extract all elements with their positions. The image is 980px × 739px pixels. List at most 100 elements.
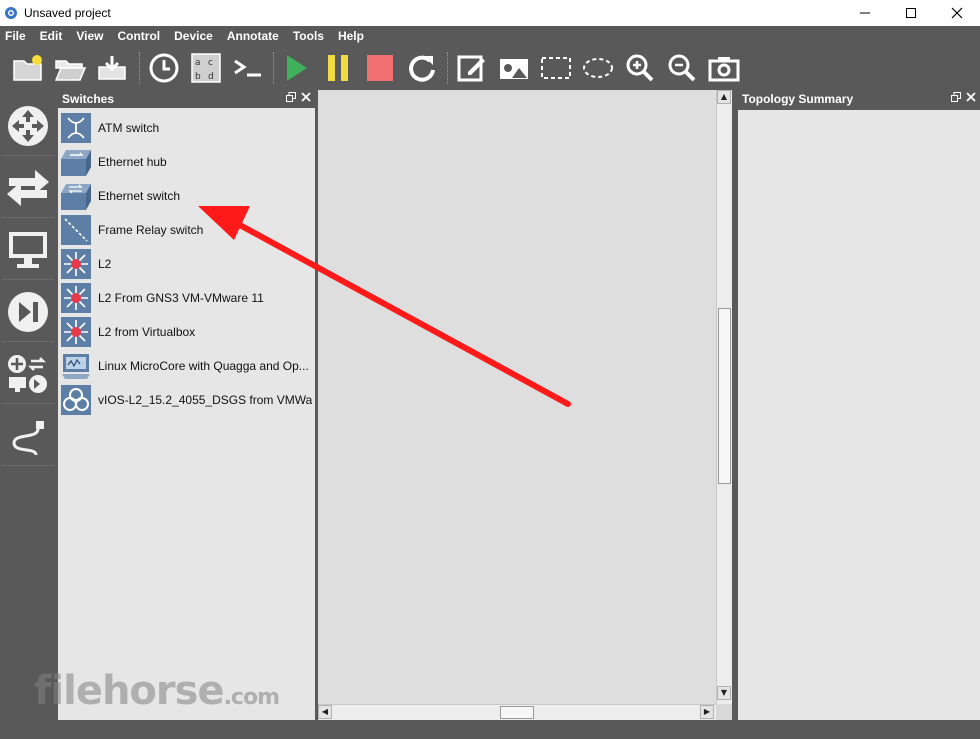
browse-routers-button[interactable] bbox=[2, 96, 54, 156]
frame-relay-switch-icon bbox=[60, 214, 92, 246]
browse-switches-button[interactable] bbox=[2, 158, 54, 218]
save-project-icon bbox=[98, 56, 126, 80]
minimize-button[interactable] bbox=[842, 0, 888, 26]
new-project-button[interactable] bbox=[10, 50, 46, 86]
draw-rectangle-button[interactable] bbox=[538, 50, 574, 86]
close-panel-icon[interactable] bbox=[301, 92, 311, 102]
insert-picture-button[interactable] bbox=[496, 50, 532, 86]
console-button[interactable] bbox=[230, 50, 266, 86]
svg-text:a: a bbox=[195, 58, 201, 68]
switches-panel-title: Switches bbox=[62, 92, 115, 106]
list-item-l2[interactable]: L2 bbox=[60, 247, 312, 281]
canvas-vertical-scrollbar[interactable]: ▲ ▼ bbox=[716, 90, 732, 704]
console-icon bbox=[234, 59, 261, 77]
scroll-right-arrow[interactable]: ▶ bbox=[700, 705, 714, 719]
list-item-atm-switch[interactable]: ATM switch bbox=[60, 111, 312, 145]
zoom-in-button[interactable] bbox=[622, 50, 658, 86]
add-link-button[interactable] bbox=[2, 406, 54, 466]
device-label: Ethernet hub bbox=[98, 155, 167, 169]
menu-annotate[interactable]: Annotate bbox=[227, 29, 279, 43]
main-toolbar: a c b d bbox=[0, 46, 980, 90]
topology-summary-list bbox=[738, 110, 980, 720]
menu-view[interactable]: View bbox=[76, 29, 103, 43]
list-item-l2-virtualbox[interactable]: L2 from Virtualbox bbox=[60, 315, 312, 349]
add-note-button[interactable] bbox=[454, 50, 490, 86]
reload-button[interactable] bbox=[404, 50, 440, 86]
window-title: Unsaved project bbox=[24, 6, 111, 20]
biohazard-icon bbox=[60, 384, 92, 416]
topology-summary-title: Topology Summary bbox=[742, 92, 854, 106]
device-label: Ethernet switch bbox=[98, 189, 181, 203]
menu-tools[interactable]: Tools bbox=[293, 29, 324, 43]
list-item-vios-l2[interactable]: vIOS-L2_15.2_4055_DSGS from VMWare bbox=[60, 383, 312, 417]
browse-all-devices-button[interactable] bbox=[2, 344, 54, 404]
browse-end-devices-button[interactable] bbox=[2, 220, 54, 280]
draw-rectangle-icon bbox=[541, 57, 571, 79]
zoom-out-button[interactable] bbox=[664, 50, 700, 86]
list-item-ethernet-switch[interactable]: Ethernet switch bbox=[60, 179, 312, 213]
close-button[interactable] bbox=[934, 0, 980, 26]
reload-icon bbox=[409, 55, 435, 82]
gns3-app-icon bbox=[5, 7, 17, 19]
scroll-up-arrow[interactable]: ▲ bbox=[717, 90, 731, 104]
scroll-left-arrow[interactable]: ◀ bbox=[318, 705, 332, 719]
start-button[interactable] bbox=[278, 50, 314, 86]
toolbar-separator bbox=[139, 52, 141, 84]
browse-security-devices-button[interactable] bbox=[2, 282, 54, 342]
list-item-l2-gns3-vm-vmware[interactable]: L2 From GNS3 VM-VMware 11 bbox=[60, 281, 312, 315]
suspend-button[interactable] bbox=[320, 50, 356, 86]
ethernet-switch-icon bbox=[60, 180, 92, 212]
l2-switch-icon bbox=[60, 248, 92, 280]
device-label: L2 From GNS3 VM-VMware 11 bbox=[98, 291, 264, 305]
scroll-down-arrow[interactable]: ▼ bbox=[717, 686, 731, 700]
stop-button[interactable] bbox=[362, 50, 398, 86]
linux-host-icon bbox=[60, 350, 92, 382]
show-interface-labels-button[interactable]: a c b d bbox=[188, 50, 224, 86]
device-label: vIOS-L2_15.2_4055_DSGS from VMWare bbox=[98, 393, 312, 407]
watermark-text: filehorse bbox=[34, 668, 225, 714]
watermark-suffix: .com bbox=[223, 685, 280, 710]
list-item-ethernet-hub[interactable]: Ethernet hub bbox=[60, 145, 312, 179]
draw-ellipse-button[interactable] bbox=[580, 50, 616, 86]
open-project-button[interactable] bbox=[52, 50, 88, 86]
zoom-out-icon bbox=[668, 54, 696, 82]
all-devices-icon bbox=[8, 354, 47, 393]
snapshot-button[interactable] bbox=[146, 50, 182, 86]
float-panel-icon[interactable] bbox=[286, 92, 296, 102]
l2-switch-icon bbox=[60, 282, 92, 314]
screenshot-button[interactable] bbox=[706, 50, 742, 86]
float-panel-icon[interactable] bbox=[951, 92, 961, 102]
title-bar: Unsaved project bbox=[0, 0, 980, 26]
device-label: ATM switch bbox=[98, 121, 160, 135]
filehorse-watermark: filehorse.com bbox=[34, 668, 280, 714]
topology-summary-panel: Topology Summary bbox=[736, 90, 980, 720]
insert-picture-icon bbox=[500, 59, 528, 79]
menu-control[interactable]: Control bbox=[117, 29, 160, 43]
horizontal-scroll-thumb[interactable] bbox=[500, 706, 534, 719]
topology-canvas[interactable] bbox=[318, 90, 716, 704]
svg-text:b: b bbox=[195, 72, 201, 82]
switches-dock-panel: Switches ATM switch Ethernet hub Etherne… bbox=[58, 90, 315, 720]
atm-switch-icon bbox=[60, 112, 92, 144]
list-item-linux-microcore[interactable]: Linux MicroCore with Quagga and Op... bbox=[60, 349, 312, 383]
maximize-button[interactable] bbox=[888, 0, 934, 26]
open-project-icon bbox=[54, 60, 87, 81]
device-label: L2 bbox=[98, 257, 112, 271]
menu-edit[interactable]: Edit bbox=[40, 29, 63, 43]
list-item-frame-relay-switch[interactable]: Frame Relay switch bbox=[60, 213, 312, 247]
menu-file[interactable]: File bbox=[5, 29, 26, 43]
close-panel-icon[interactable] bbox=[966, 92, 976, 102]
svg-text:d: d bbox=[208, 72, 214, 82]
topology-summary-header: Topology Summary bbox=[736, 90, 980, 108]
end-device-icon bbox=[9, 231, 47, 268]
show-interface-labels-icon: a c b d bbox=[191, 53, 221, 83]
menu-device[interactable]: Device bbox=[174, 29, 213, 43]
vertical-scroll-thumb[interactable] bbox=[718, 308, 731, 484]
device-type-dock bbox=[0, 90, 56, 720]
canvas-horizontal-scrollbar[interactable]: ◀ ▶ bbox=[318, 704, 716, 720]
menu-help[interactable]: Help bbox=[338, 29, 364, 43]
save-project-button[interactable] bbox=[94, 50, 130, 86]
ethernet-hub-icon bbox=[60, 146, 92, 178]
switches-list: ATM switch Ethernet hub Ethernet switch … bbox=[58, 108, 315, 720]
menu-bar: File Edit View Control Device Annotate T… bbox=[0, 26, 980, 46]
